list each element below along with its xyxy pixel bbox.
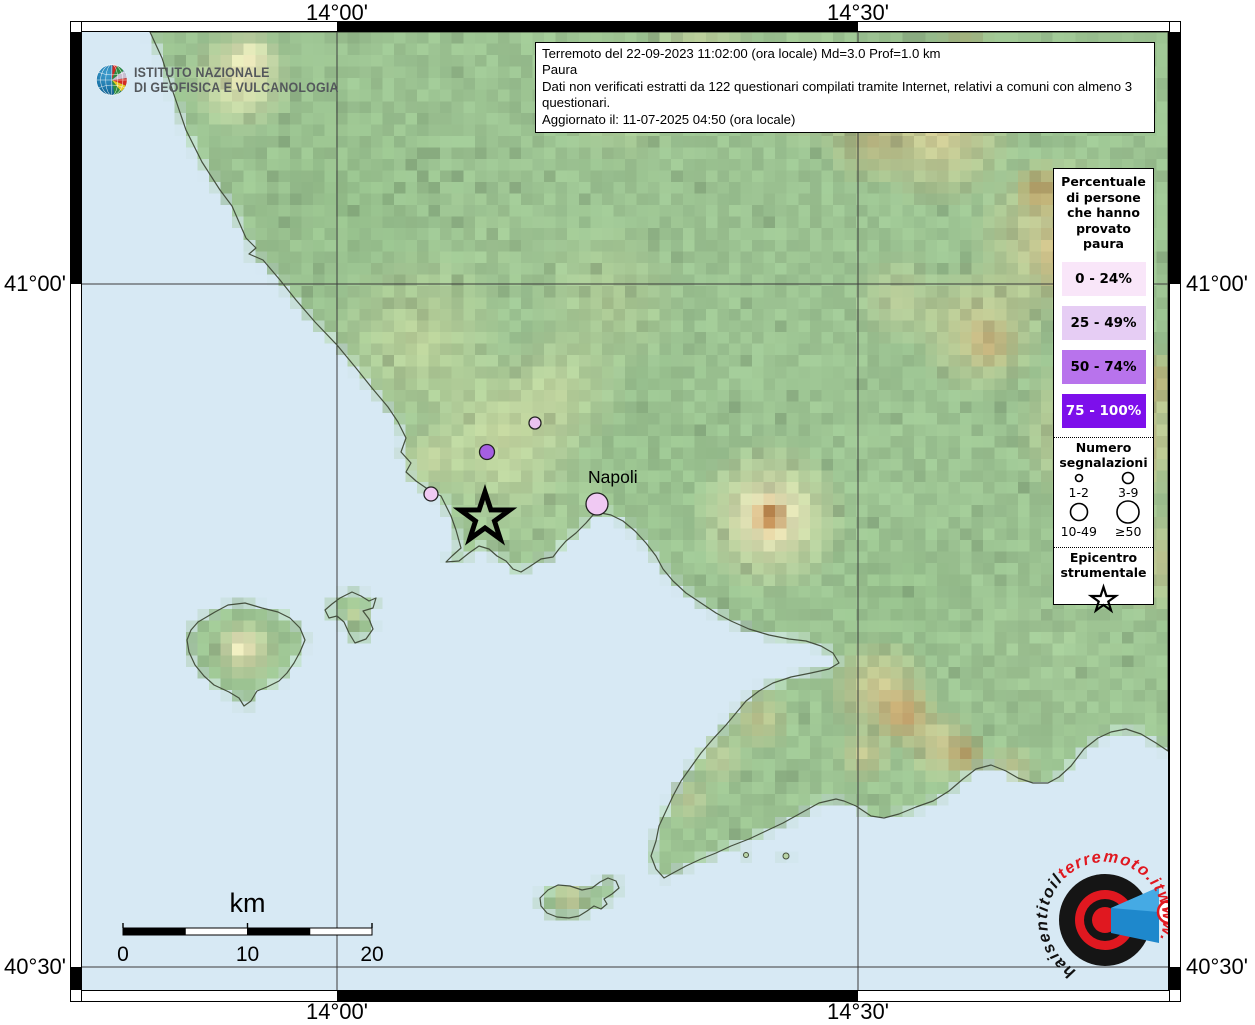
axis-label-left-1: 40°30' [4,954,66,979]
event-data-note: Dati non verificati estratti da 122 ques… [542,78,1133,111]
observation-point-0 [528,416,542,430]
event-updated: Aggiornato il: 11-07-2025 04:50 (ora loc… [542,111,796,127]
axis-label-right-1: 40°30' [1186,954,1248,979]
legend-epicenter-title: Epicentro strumentale [1060,549,1147,580]
report-size-label: 3-9 [1118,484,1139,500]
event-effect: Paura [542,62,578,78]
legend-report-sizes: 1-2 3-9 10-49 ≥50 [1054,470,1153,538]
legend-size-item-2: 10-49 [1054,499,1104,538]
coastline-ischia [186,602,306,707]
report-size-label: 1-2 [1068,484,1089,500]
ingv-logo: ISTITUTO NAZIONALE DI GEOFISICA E VULCAN… [96,44,356,116]
axis-label-top-1: 14°30' [827,0,889,25]
epicenter-star [452,484,518,546]
legend-classes: 0 - 24% 25 - 49% 50 - 74% 75 - 100% [1054,261,1153,428]
axis-label-top-0: 14°00' [306,0,368,25]
frame-band-right-black-2 [1170,967,1180,990]
legend-class-3: 75 - 100% [1061,393,1146,428]
observation-point-3 [585,492,609,516]
axis-label-bottom-0: 14°00' [306,999,368,1024]
coastline-capri [539,877,620,919]
legend-size-item-0: 1-2 [1054,470,1104,499]
legend-size-item-3: ≥50 [1104,499,1154,538]
ingv-text-line2: DI GEOFISICA E VULCANOLOGIA [133,80,339,95]
legend-class-2: 50 - 74% [1061,349,1146,384]
frame-band-left-black-2 [71,967,81,990]
axis-label-right-0: 41°00' [1186,271,1248,296]
scale-bar-label-2: 20 [360,943,383,966]
report-size-circle-icon [1074,473,1084,482]
observation-point-1 [478,443,496,461]
watermark-logo: ?haisentitoilterremoto.itwww. [1033,848,1168,982]
report-size-circle-icon [1069,502,1089,521]
legend-epicenter-star-icon [1087,582,1120,613]
event-info-box: Terremoto del 22-09-2023 11:02:00 (ora l… [535,42,1155,134]
frame-band-left-black-1 [71,32,81,284]
legend: Percentuale di persone che hanno provato… [1053,168,1154,613]
coastline-procida [324,591,377,644]
frame-band-right-black-1 [1170,32,1180,284]
map-overlay: Napoli km 0 10 20 ?haisentitoilterremoto.itww… [82,32,1168,990]
legend-reports-title: Numero segnalazioni [1059,439,1148,470]
report-size-circle-icon [1121,471,1135,484]
scale-bar-label-1: 10 [236,943,259,966]
frame-band-bottom-black [337,991,858,1001]
coastline-mainland [149,32,1168,879]
scale-bar-segment-3 [309,927,373,936]
report-size-label: 10-49 [1060,523,1097,539]
legend-class-0: 0 - 24% [1061,261,1146,296]
report-size-label: ≥50 [1115,523,1142,539]
ingv-text-line1: ISTITUTO NAZIONALE [133,64,270,80]
event-title: Terremoto del 22-09-2023 11:02:00 (ora l… [542,46,941,61]
legend-size-item-1: 3-9 [1104,470,1154,499]
axis-label-left-0: 41°00' [4,271,66,296]
axis-label-bottom-1: 14°30' [827,999,889,1024]
scale-bar-label-0: 0 [117,943,129,966]
observation-point-2 [423,486,439,502]
report-size-circle-icon [1116,499,1141,524]
legend-fear-title: Percentuale di persone che hanno provato… [1061,174,1146,251]
islet-1 [782,852,790,860]
legend-class-1: 25 - 49% [1061,305,1146,340]
ingv-logo-text: ISTITUTO NAZIONALE DI GEOFISICA E VULCAN… [134,65,339,96]
scale-bar-segment-0 [122,927,186,936]
scale-bar-segment-2 [247,927,311,936]
scale-bar-segment-1 [184,927,248,936]
islet-0 [743,852,749,858]
frame-band-top-black [337,22,858,31]
ingv-globe-icon [96,64,128,96]
scale-bar-unit: km [230,888,266,918]
city-label-napoli: Napoli [588,467,638,487]
